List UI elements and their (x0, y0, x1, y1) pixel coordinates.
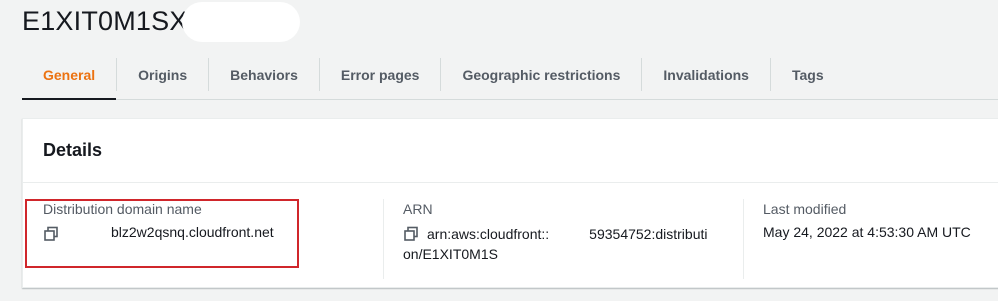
column-divider (383, 199, 384, 279)
distribution-page: E1XIT0M1SX General Origins Behaviors Err… (0, 0, 998, 301)
arn-field: ARN arn:aws:cloudfront:: 59354752:distrib… (403, 201, 707, 264)
tab-bar: General Origins Behaviors Error pages Ge… (22, 50, 998, 100)
arn-label: ARN (403, 201, 433, 217)
details-heading: Details (23, 119, 998, 183)
redaction-mark (182, 2, 300, 42)
tab-tags[interactable]: Tags (771, 50, 845, 99)
highlight-annotation-box (25, 199, 299, 268)
tab-behaviors[interactable]: Behaviors (209, 50, 319, 99)
arn-value-line2: on/E1XIT0M1S (403, 246, 498, 262)
page-title: E1XIT0M1SX (22, 6, 188, 36)
column-divider (743, 199, 744, 279)
tab-general[interactable]: General (22, 50, 117, 100)
tab-error-pages[interactable]: Error pages (320, 50, 441, 99)
arn-value-part1: arn:aws:cloudfront:: (427, 226, 550, 242)
tab-origins[interactable]: Origins (117, 50, 208, 99)
tab-invalidations[interactable]: Invalidations (642, 50, 770, 99)
copy-icon[interactable] (403, 226, 419, 242)
last-modified-field: Last modified May 24, 2022 at 4:53:30 AM… (763, 201, 971, 240)
last-modified-label: Last modified (763, 201, 847, 217)
arn-value-part2: 59354752:distributi (589, 226, 708, 242)
last-modified-value: May 24, 2022 at 4:53:30 AM UTC (763, 224, 971, 240)
tab-geographic-restrictions[interactable]: Geographic restrictions (441, 50, 641, 99)
